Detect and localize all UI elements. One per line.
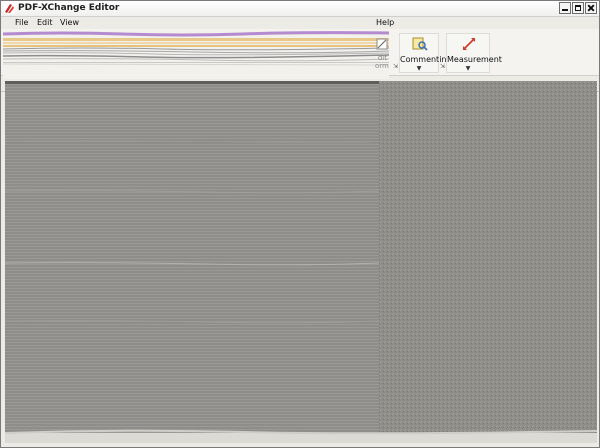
maximize-button[interactable] bbox=[572, 2, 584, 14]
app-window: PDF-XChange Editor File Edit View Help d… bbox=[0, 0, 600, 448]
commenting-label: Commenting bbox=[400, 55, 452, 64]
menu-help[interactable]: Help bbox=[374, 17, 396, 29]
title-bar[interactable]: PDF-XChange Editor bbox=[1, 1, 599, 17]
commenting-launcher-icon[interactable]: ⇲ bbox=[393, 63, 398, 71]
close-button[interactable] bbox=[585, 2, 597, 14]
measurement-label: Measurement bbox=[447, 55, 502, 64]
ribbon-label-form-fragment: orm bbox=[375, 62, 389, 70]
ribbon-render-artifact bbox=[3, 31, 389, 79]
measurement-button[interactable]: Measurement ▼ bbox=[446, 33, 502, 73]
ribbon-clipped-labels: dit orm bbox=[375, 54, 389, 70]
menu-bar: File Edit View Help bbox=[1, 17, 599, 29]
minimize-button[interactable] bbox=[559, 2, 571, 14]
window-title: PDF-XChange Editor bbox=[18, 3, 120, 13]
app-logo-icon bbox=[4, 3, 15, 14]
menu-file[interactable]: File bbox=[13, 17, 30, 29]
ribbon-label-edit-fragment: dit bbox=[377, 54, 387, 62]
measurement-launcher-icon[interactable]: ⇲ bbox=[440, 63, 445, 71]
menu-view[interactable]: View bbox=[58, 17, 81, 29]
measurement-dropdown-icon: ▼ bbox=[465, 65, 471, 72]
commenting-dropdown-icon: ▼ bbox=[416, 65, 422, 72]
measurement-icon bbox=[463, 38, 475, 50]
commenting-icon bbox=[412, 37, 428, 51]
commenting-button[interactable]: Commenting ▼ bbox=[399, 33, 452, 73]
menu-edit[interactable]: Edit bbox=[35, 17, 55, 29]
document-canvas[interactable] bbox=[5, 81, 597, 443]
